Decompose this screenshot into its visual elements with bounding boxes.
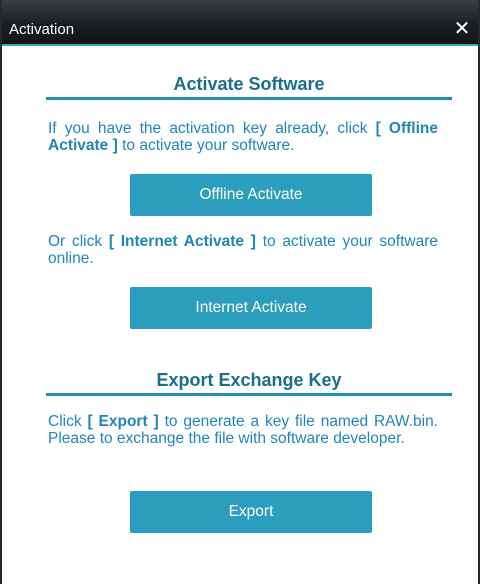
export-instructions-text: Click	[48, 413, 88, 430]
export-divider	[46, 393, 452, 396]
export-button[interactable]: Export	[130, 491, 372, 533]
internet-activate-button[interactable]: Internet Activate	[130, 287, 372, 329]
activate-divider	[46, 97, 452, 100]
offline-instructions-tail: to activate your software.	[117, 137, 295, 154]
export-instructions: Click [ Export ] to generate a key file …	[48, 413, 438, 447]
internet-instructions-keyword: [ Internet Activate ]	[108, 233, 256, 250]
internet-instructions-text: Or click	[48, 233, 109, 250]
close-icon[interactable]: ✕	[451, 18, 473, 40]
offline-instructions: If you have the activation key already, …	[48, 120, 438, 154]
export-instructions-keyword: [ Export ]	[87, 413, 159, 430]
export-exchange-key-heading: Export Exchange Key	[156, 370, 342, 390]
offline-activate-button[interactable]: Offline Activate	[130, 174, 372, 216]
activation-dialog: Activation ✕ Activate Software If you ha…	[0, 0, 480, 584]
window-title: Activation	[9, 21, 75, 38]
offline-instructions-text: If you have the activation key already, …	[48, 120, 376, 137]
activate-software-heading: Activate Software	[173, 74, 325, 94]
titlebar: Activation ✕	[2, 0, 478, 46]
internet-instructions: Or click [ Internet Activate ] to activa…	[48, 233, 438, 267]
